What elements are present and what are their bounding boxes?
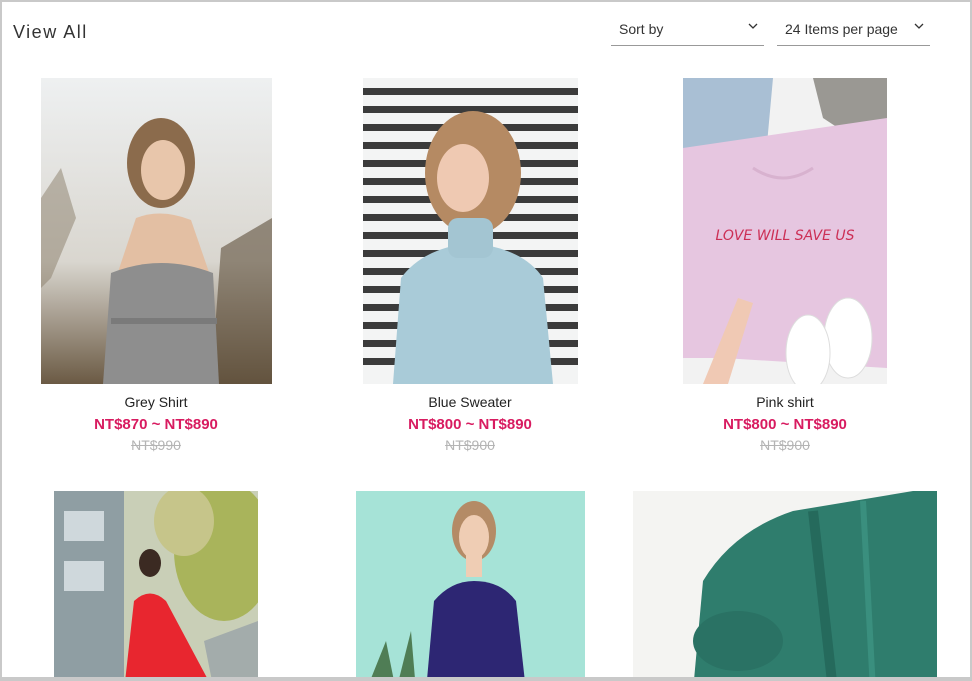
shirt-print-text: LOVE WILL SAVE US (715, 228, 854, 244)
product-image[interactable] (54, 491, 258, 679)
product-image[interactable] (41, 78, 272, 384)
sort-dropdown-label: Sort by (619, 20, 664, 37)
product-price: NT$870 ~ NT$890 (94, 416, 218, 433)
product-original-price: NT$990 (131, 437, 181, 453)
product-price: NT$800 ~ NT$890 (408, 416, 532, 433)
product-image[interactable] (633, 491, 937, 679)
chevron-down-icon (748, 23, 758, 29)
page-frame: View All Sort by 24 Items per page Grey … (0, 0, 972, 679)
product-name[interactable]: Grey Shirt (2, 394, 310, 410)
product-card[interactable] (2, 491, 310, 679)
items-per-page-label: 24 Items per page (785, 20, 898, 37)
product-card[interactable]: LOVE WILL SAVE US Pink shirt NT$800 ~ NT… (631, 78, 939, 458)
product-card[interactable]: Blue Sweater NT$800 ~ NT$890 NT$900 (316, 78, 624, 458)
product-image[interactable] (356, 491, 585, 679)
product-card[interactable]: Grey Shirt NT$870 ~ NT$890 NT$990 (2, 78, 310, 458)
product-original-price: NT$900 (760, 437, 810, 453)
product-price: NT$800 ~ NT$890 (723, 416, 847, 433)
product-card[interactable] (316, 491, 624, 679)
page-title: View All (13, 22, 88, 42)
bottom-border (0, 677, 972, 681)
product-image[interactable]: LOVE WILL SAVE US (683, 78, 887, 384)
product-image[interactable] (363, 78, 578, 384)
product-card[interactable] (631, 491, 939, 679)
sort-dropdown[interactable]: Sort by (611, 12, 764, 46)
items-per-page-dropdown[interactable]: 24 Items per page (777, 12, 930, 46)
product-name[interactable]: Blue Sweater (316, 394, 624, 410)
chevron-down-icon (914, 23, 924, 29)
product-original-price: NT$900 (445, 437, 495, 453)
product-name[interactable]: Pink shirt (631, 394, 939, 410)
